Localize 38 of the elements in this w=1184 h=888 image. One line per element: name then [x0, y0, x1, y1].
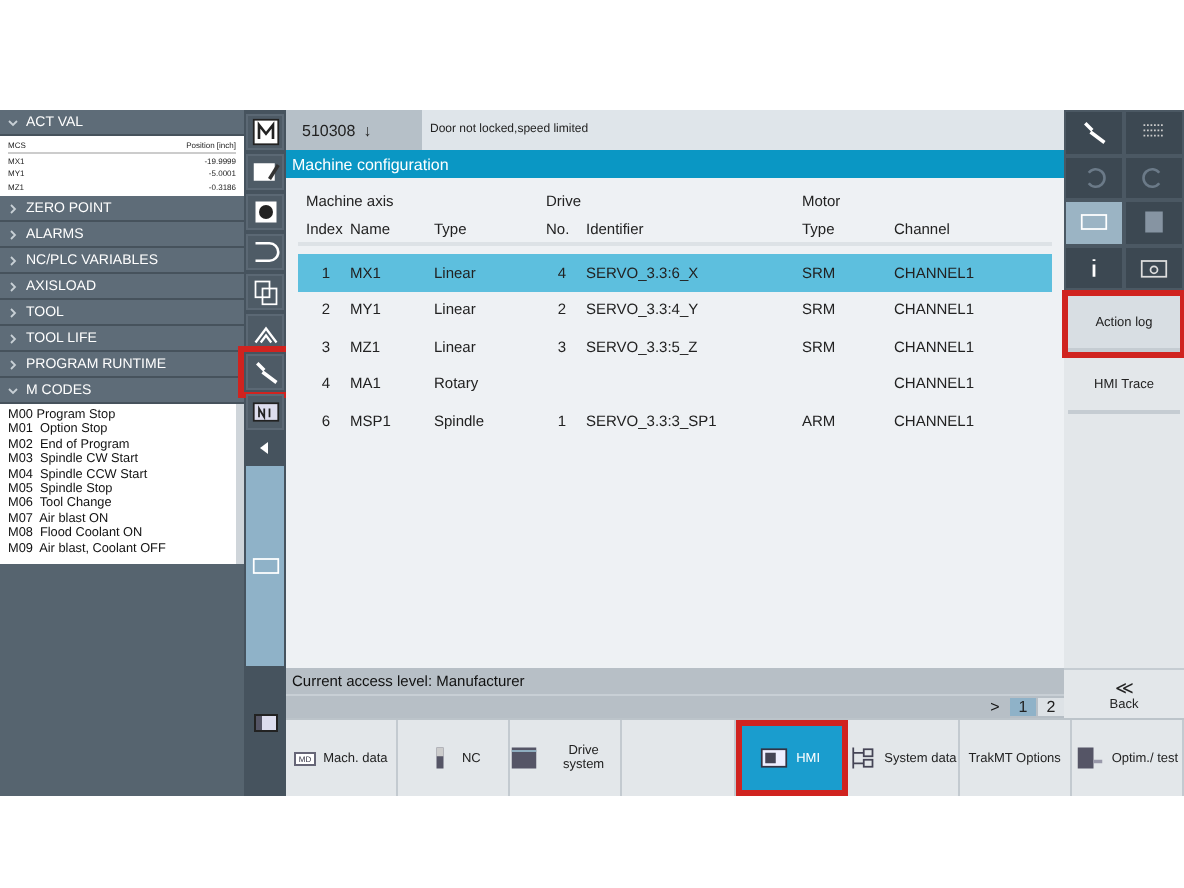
bracket-icon — [251, 238, 279, 266]
cabinet-icon — [1075, 744, 1104, 772]
toolbar-button[interactable] — [246, 394, 284, 430]
chevron-right-icon — [8, 229, 18, 239]
edit-icon — [251, 158, 279, 186]
chevron-right-icon — [8, 255, 18, 265]
page-number[interactable]: 2 — [1038, 698, 1064, 716]
screen-title: Machine configuration — [286, 150, 1064, 178]
chevron-right-icon — [8, 359, 18, 369]
page-arrow[interactable]: > — [982, 698, 1008, 716]
chevron-right-icon — [8, 307, 18, 317]
toolbar-button[interactable] — [246, 154, 284, 190]
toolbar-button[interactable] — [1064, 200, 1124, 245]
chevron-down-icon — [8, 117, 18, 127]
chevron-down-icon — [8, 385, 18, 395]
screen-icon — [251, 552, 279, 580]
chevron-right-icon — [8, 281, 18, 291]
program-name: 510308 ↓ — [286, 110, 422, 150]
copies-icon — [251, 278, 279, 306]
wrench-icon — [1080, 118, 1108, 147]
tree-icon — [848, 744, 877, 772]
toolbar-button[interactable] — [246, 194, 284, 230]
panel-toggle[interactable] — [246, 466, 284, 666]
toolbar-button[interactable] — [246, 274, 284, 310]
toolbar-button[interactable] — [246, 114, 284, 150]
cabinet-icon — [510, 744, 539, 772]
window-icon[interactable] — [253, 713, 277, 731]
toolbar-button[interactable] — [1124, 245, 1184, 290]
collapse-arrow-icon[interactable] — [260, 442, 270, 454]
m-letter-icon — [251, 118, 279, 146]
calculator-icon — [1140, 208, 1168, 237]
chevron-right-icon — [8, 333, 18, 343]
toolbar-button[interactable] — [1064, 110, 1124, 155]
toolbar-button[interactable] — [246, 234, 284, 270]
chevron-right-icon — [8, 203, 18, 213]
monitor-icon — [760, 744, 789, 772]
wrench-icon — [251, 358, 279, 386]
page-number[interactable]: 1 — [1010, 698, 1036, 716]
